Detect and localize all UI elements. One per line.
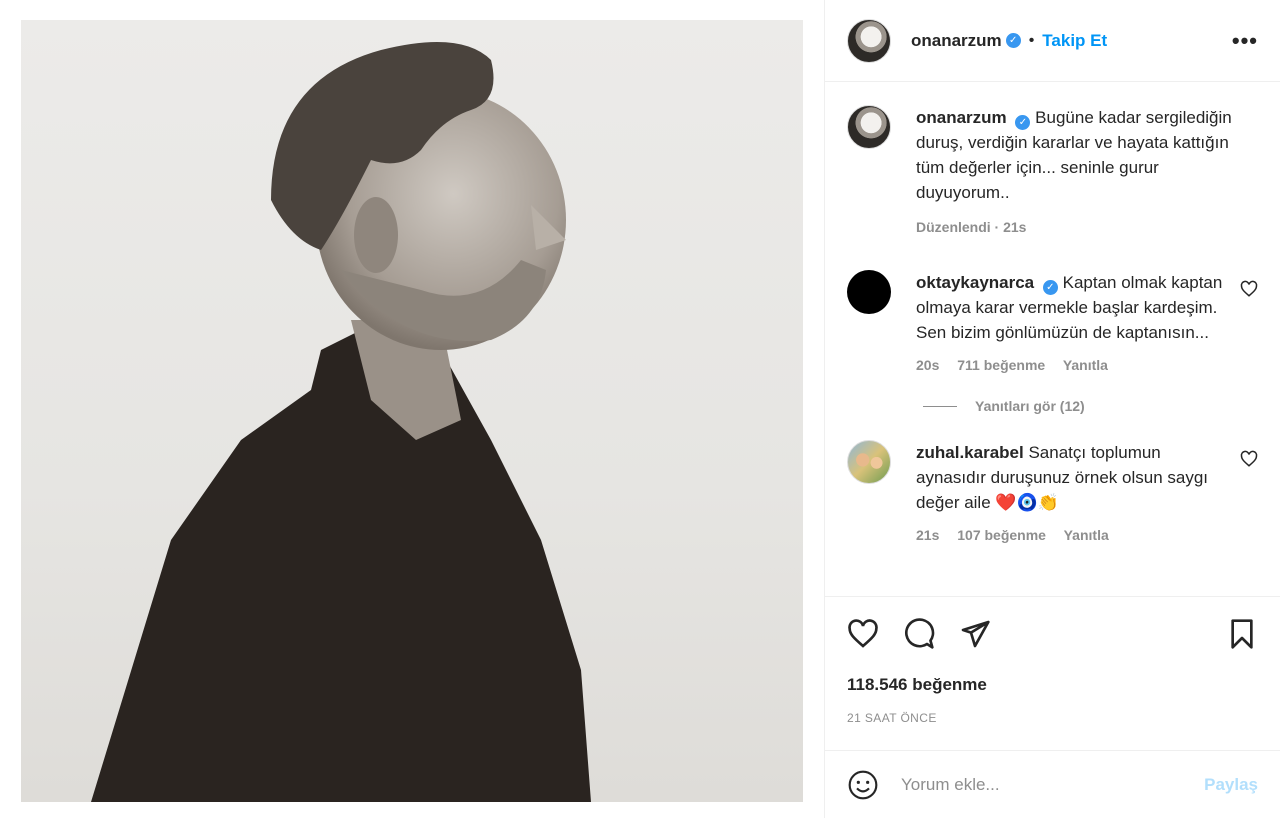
like-comment-heart-icon[interactable] [1240, 280, 1258, 298]
caption-username[interactable]: onanarzum [916, 108, 1007, 127]
bookmark-icon[interactable] [1226, 618, 1258, 650]
comment-item: zuhal.karabel Sanatçı toplumun aynasıdır… [847, 440, 1258, 548]
comments-list[interactable]: onanarzum ✓ Bugüne kadar sergilediğin du… [825, 83, 1280, 596]
verified-badge-icon: ✓ [1042, 280, 1058, 295]
view-replies-button[interactable]: Yanıtları gör (12) [923, 398, 1258, 414]
comment-input[interactable] [901, 774, 1205, 795]
send-icon[interactable] [959, 618, 991, 650]
post-date: 21 SAAT ÖNCE [847, 711, 937, 725]
comment-composer: Paylaş [825, 750, 1280, 818]
portrait-image [91, 42, 591, 802]
post-header: onanarzum ✓ • Takip Et ••• [825, 0, 1280, 82]
post-sidebar: onanarzum ✓ • Takip Et ••• onanarzum ✓ B… [824, 0, 1280, 818]
separator-dot: • [1028, 31, 1035, 49]
author-username[interactable]: onanarzum [911, 31, 1002, 51]
comment-icon[interactable] [903, 618, 935, 650]
post-media-pane [0, 0, 824, 818]
comment-likes[interactable]: 711 beğenme [957, 357, 1045, 373]
comment-time[interactable]: 21s [916, 527, 939, 543]
action-icons-row [847, 597, 1258, 671]
verified-badge-icon: ✓ [1015, 115, 1031, 130]
follow-button[interactable]: Takip Et [1042, 31, 1107, 51]
comment-item: oktaykaynarca ✓ Kaptan olmak kaptan olma… [847, 270, 1258, 378]
more-options-icon[interactable]: ••• [1232, 28, 1258, 54]
reply-button[interactable]: Yanıtla [1064, 527, 1109, 543]
caption-meta: Düzenlendi · 21s [916, 219, 1027, 235]
caption-avatar[interactable] [847, 105, 891, 149]
smiley-icon[interactable] [847, 769, 879, 801]
caption: onanarzum ✓ Bugüne kadar sergilediğin du… [847, 105, 1258, 240]
comment-avatar[interactable] [847, 270, 891, 314]
comment-likes[interactable]: 107 beğenme [957, 527, 1046, 543]
verified-badge-icon: ✓ [1005, 33, 1021, 48]
reply-button[interactable]: Yanıtla [1063, 357, 1108, 373]
likes-count[interactable]: 118.546 beğenme [847, 675, 1258, 695]
replies-line [923, 405, 957, 407]
post-photo[interactable] [21, 20, 803, 802]
comment-username[interactable]: zuhal.karabel [916, 443, 1024, 462]
post-actions: 118.546 beğenme 21 SAAT ÖNCE [825, 596, 1280, 725]
like-comment-heart-icon[interactable] [1240, 450, 1258, 468]
comment-time[interactable]: 20s [916, 357, 939, 373]
author-avatar[interactable] [847, 18, 891, 63]
heart-icon[interactable] [847, 618, 879, 650]
comment-username[interactable]: oktaykaynarca [916, 273, 1034, 292]
comment-avatar[interactable] [847, 440, 891, 484]
share-comment-button[interactable]: Paylaş [1204, 775, 1258, 795]
view-replies-label: Yanıtları gör (12) [975, 398, 1085, 414]
